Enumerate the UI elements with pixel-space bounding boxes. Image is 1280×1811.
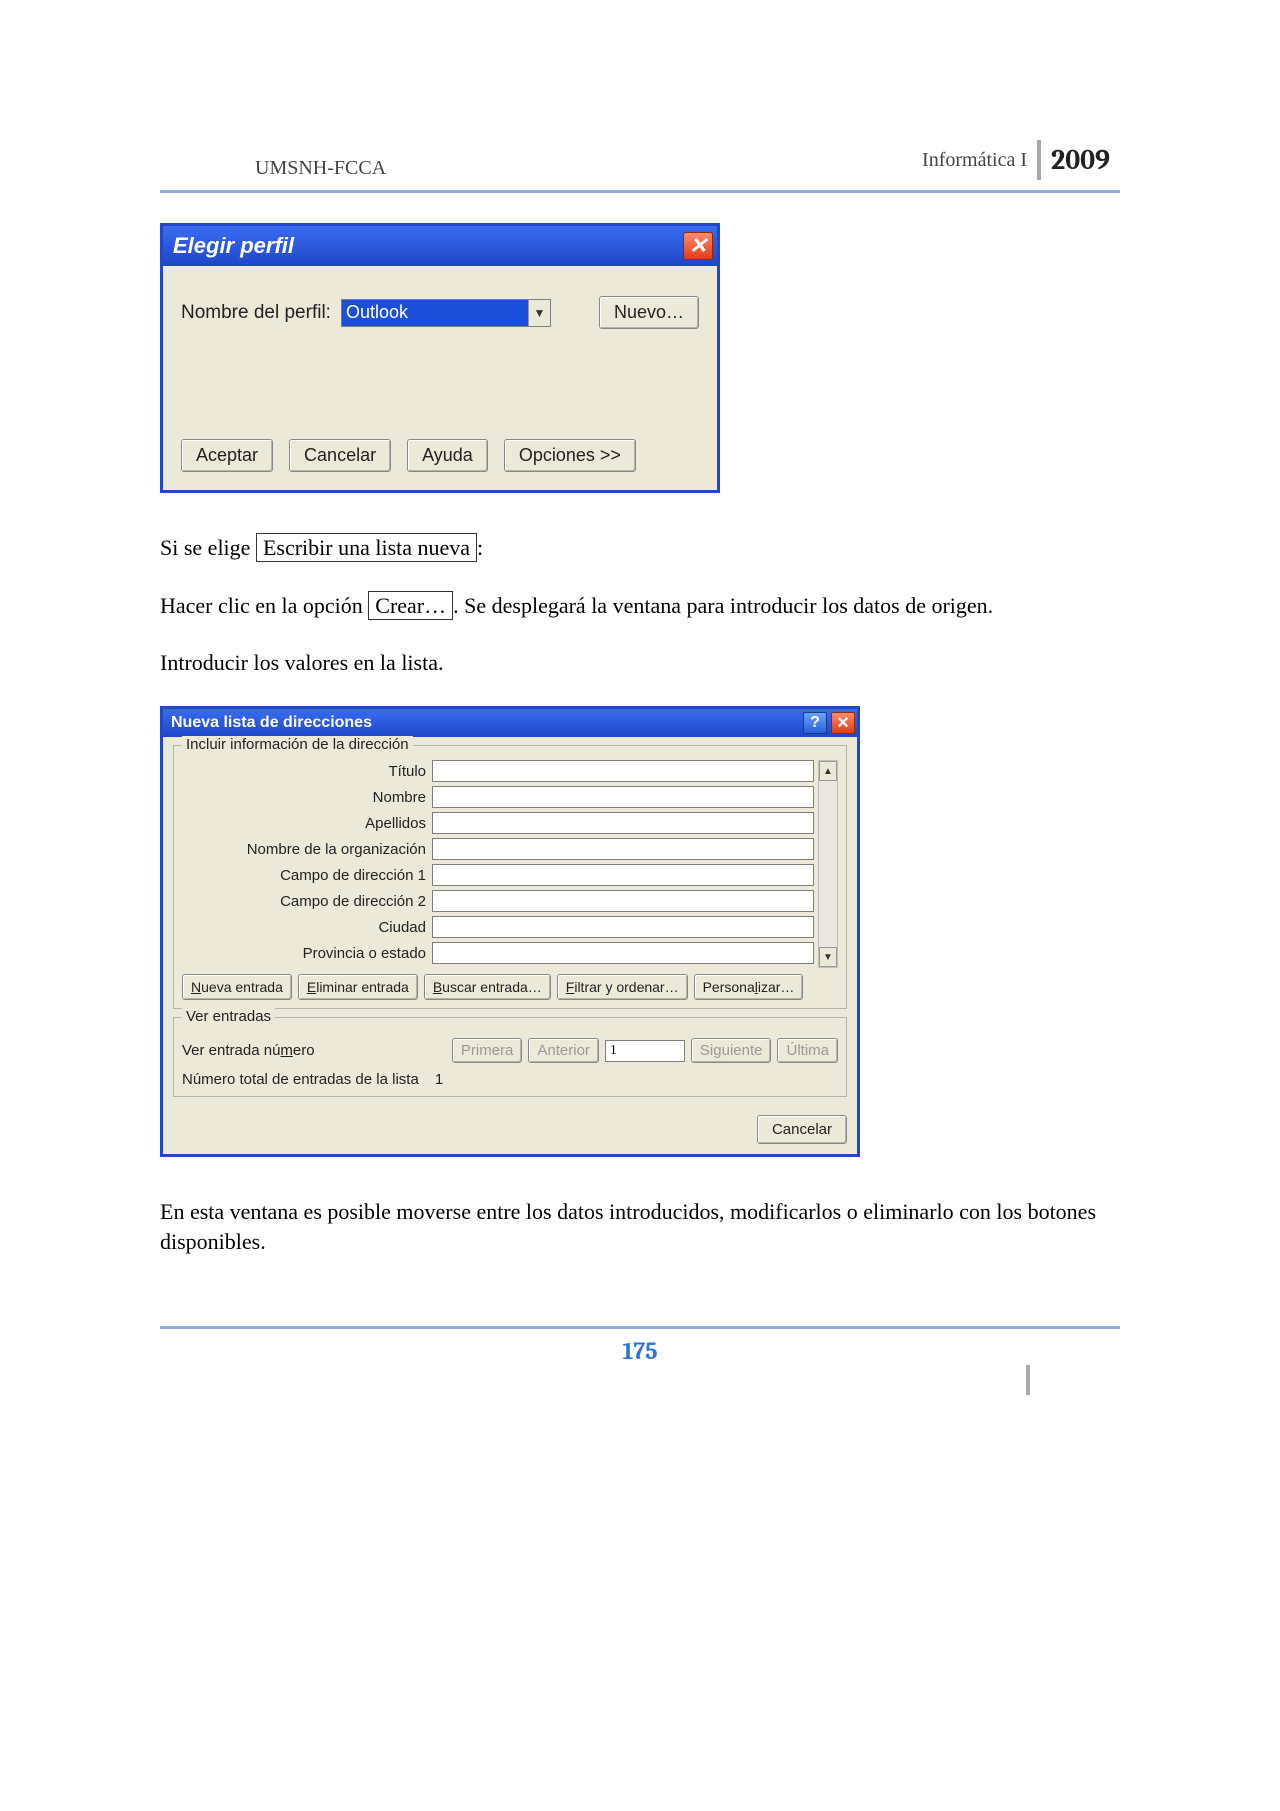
body-para-2: Hacer clic en la opción Crear…. Se despl… <box>160 591 1120 621</box>
boxed-escribir-lista: Escribir una lista nueva <box>256 533 477 562</box>
form-row: Nombre <box>182 786 814 808</box>
body-para-1: Si se elige Escribir una lista nueva: <box>160 533 1120 563</box>
field-input-1[interactable] <box>432 786 814 808</box>
field-input-7[interactable] <box>432 942 814 964</box>
first-entry-button[interactable]: Primera <box>452 1038 523 1063</box>
profile-combo-value: Outlook <box>342 300 528 326</box>
ok-button[interactable]: Aceptar <box>181 439 273 472</box>
footer-rule <box>160 1326 1120 1329</box>
cancel-button[interactable]: Cancelar <box>757 1115 847 1144</box>
titlebar: Nueva lista de direcciones ? ✕ <box>163 709 857 737</box>
form-row: Campo de dirección 2 <box>182 890 814 912</box>
body-para-3: Introducir los valores en la lista. <box>160 648 1120 678</box>
close-icon[interactable]: ✕ <box>683 232 713 260</box>
field-label: Campo de dirección 1 <box>182 867 432 884</box>
view-entries-group: Ver entradas Ver entrada número Primera … <box>173 1017 847 1097</box>
form-row: Provincia o estado <box>182 942 814 964</box>
field-label: Ciudad <box>182 919 432 936</box>
header-rule <box>160 190 1120 193</box>
new-profile-button[interactable]: Nuevo… <box>599 296 699 329</box>
cancel-button[interactable]: Cancelar <box>289 439 391 472</box>
search-entry-button[interactable]: Buscar entrada… <box>424 974 551 1000</box>
field-input-6[interactable] <box>432 916 814 938</box>
dialog-title: Elegir perfil <box>173 233 294 259</box>
vertical-scrollbar[interactable]: ▲ ▼ <box>818 760 838 968</box>
next-entry-button[interactable]: Siguiente <box>691 1038 772 1063</box>
header-subject: Informática I <box>922 149 1027 172</box>
field-label: Nombre <box>182 789 432 806</box>
form-row: Apellidos <box>182 812 814 834</box>
profile-combo[interactable]: Outlook ▼ <box>341 299 551 327</box>
field-label: Provincia o estado <box>182 945 432 962</box>
header-left: UMSNH-FCCA <box>160 157 386 180</box>
filter-sort-button[interactable]: Filtrar y ordenar… <box>557 974 688 1000</box>
header-year: 2009 <box>1037 140 1120 180</box>
group-legend: Ver entradas <box>182 1008 275 1025</box>
last-entry-button[interactable]: Última <box>777 1038 838 1063</box>
new-address-list-dialog: Nueva lista de direcciones ? ✕ Incluir i… <box>160 706 860 1157</box>
new-entry-button[interactable]: Nueva entrada <box>182 974 292 1000</box>
view-entry-number-label: Ver entrada número <box>182 1042 315 1059</box>
form-row: Campo de dirección 1 <box>182 864 814 886</box>
field-input-3[interactable] <box>432 838 814 860</box>
field-label: Nombre de la organización <box>182 841 432 858</box>
field-input-5[interactable] <box>432 890 814 912</box>
entry-number-input[interactable] <box>605 1040 685 1062</box>
field-label: Título <box>182 763 432 780</box>
field-input-2[interactable] <box>432 812 814 834</box>
customize-button[interactable]: Personalizar… <box>694 974 804 1000</box>
titlebar: Elegir perfil ✕ <box>163 226 717 266</box>
body-para-4: En esta ventana es posible moverse entre… <box>160 1197 1120 1256</box>
scroll-down-icon[interactable]: ▼ <box>819 947 837 967</box>
doc-header: UMSNH-FCCA Informática I 2009 <box>160 140 1120 186</box>
total-entries-label: Número total de entradas de la lista <box>182 1071 419 1088</box>
choose-profile-dialog: Elegir perfil ✕ Nombre del perfil: Outlo… <box>160 223 720 493</box>
page-number: 175 <box>160 1337 1120 1365</box>
options-button[interactable]: Opciones >> <box>504 439 636 472</box>
field-input-4[interactable] <box>432 864 814 886</box>
field-label: Campo de dirección 2 <box>182 893 432 910</box>
close-icon[interactable]: ✕ <box>831 712 855 734</box>
header-right: Informática I 2009 <box>922 140 1120 180</box>
previous-entry-button[interactable]: Anterior <box>528 1038 599 1063</box>
help-button[interactable]: Ayuda <box>407 439 488 472</box>
form-row: Nombre de la organización <box>182 838 814 860</box>
form-row: Ciudad <box>182 916 814 938</box>
footer-divider <box>1026 1365 1030 1395</box>
field-input-0[interactable] <box>432 760 814 782</box>
field-label: Apellidos <box>182 815 432 832</box>
form-row: Título <box>182 760 814 782</box>
delete-entry-button[interactable]: Eliminar entrada <box>298 974 418 1000</box>
boxed-crear: Crear… <box>368 591 453 620</box>
address-info-group: Incluir información de la dirección Títu… <box>173 745 847 1009</box>
profile-name-label: Nombre del perfil: <box>181 302 331 324</box>
total-entries-value: 1 <box>435 1071 443 1088</box>
chevron-down-icon[interactable]: ▼ <box>528 300 550 326</box>
dialog-title: Nueva lista de direcciones <box>171 714 372 732</box>
help-icon[interactable]: ? <box>803 712 827 734</box>
group-legend: Incluir información de la dirección <box>182 736 413 753</box>
scroll-up-icon[interactable]: ▲ <box>819 761 837 781</box>
